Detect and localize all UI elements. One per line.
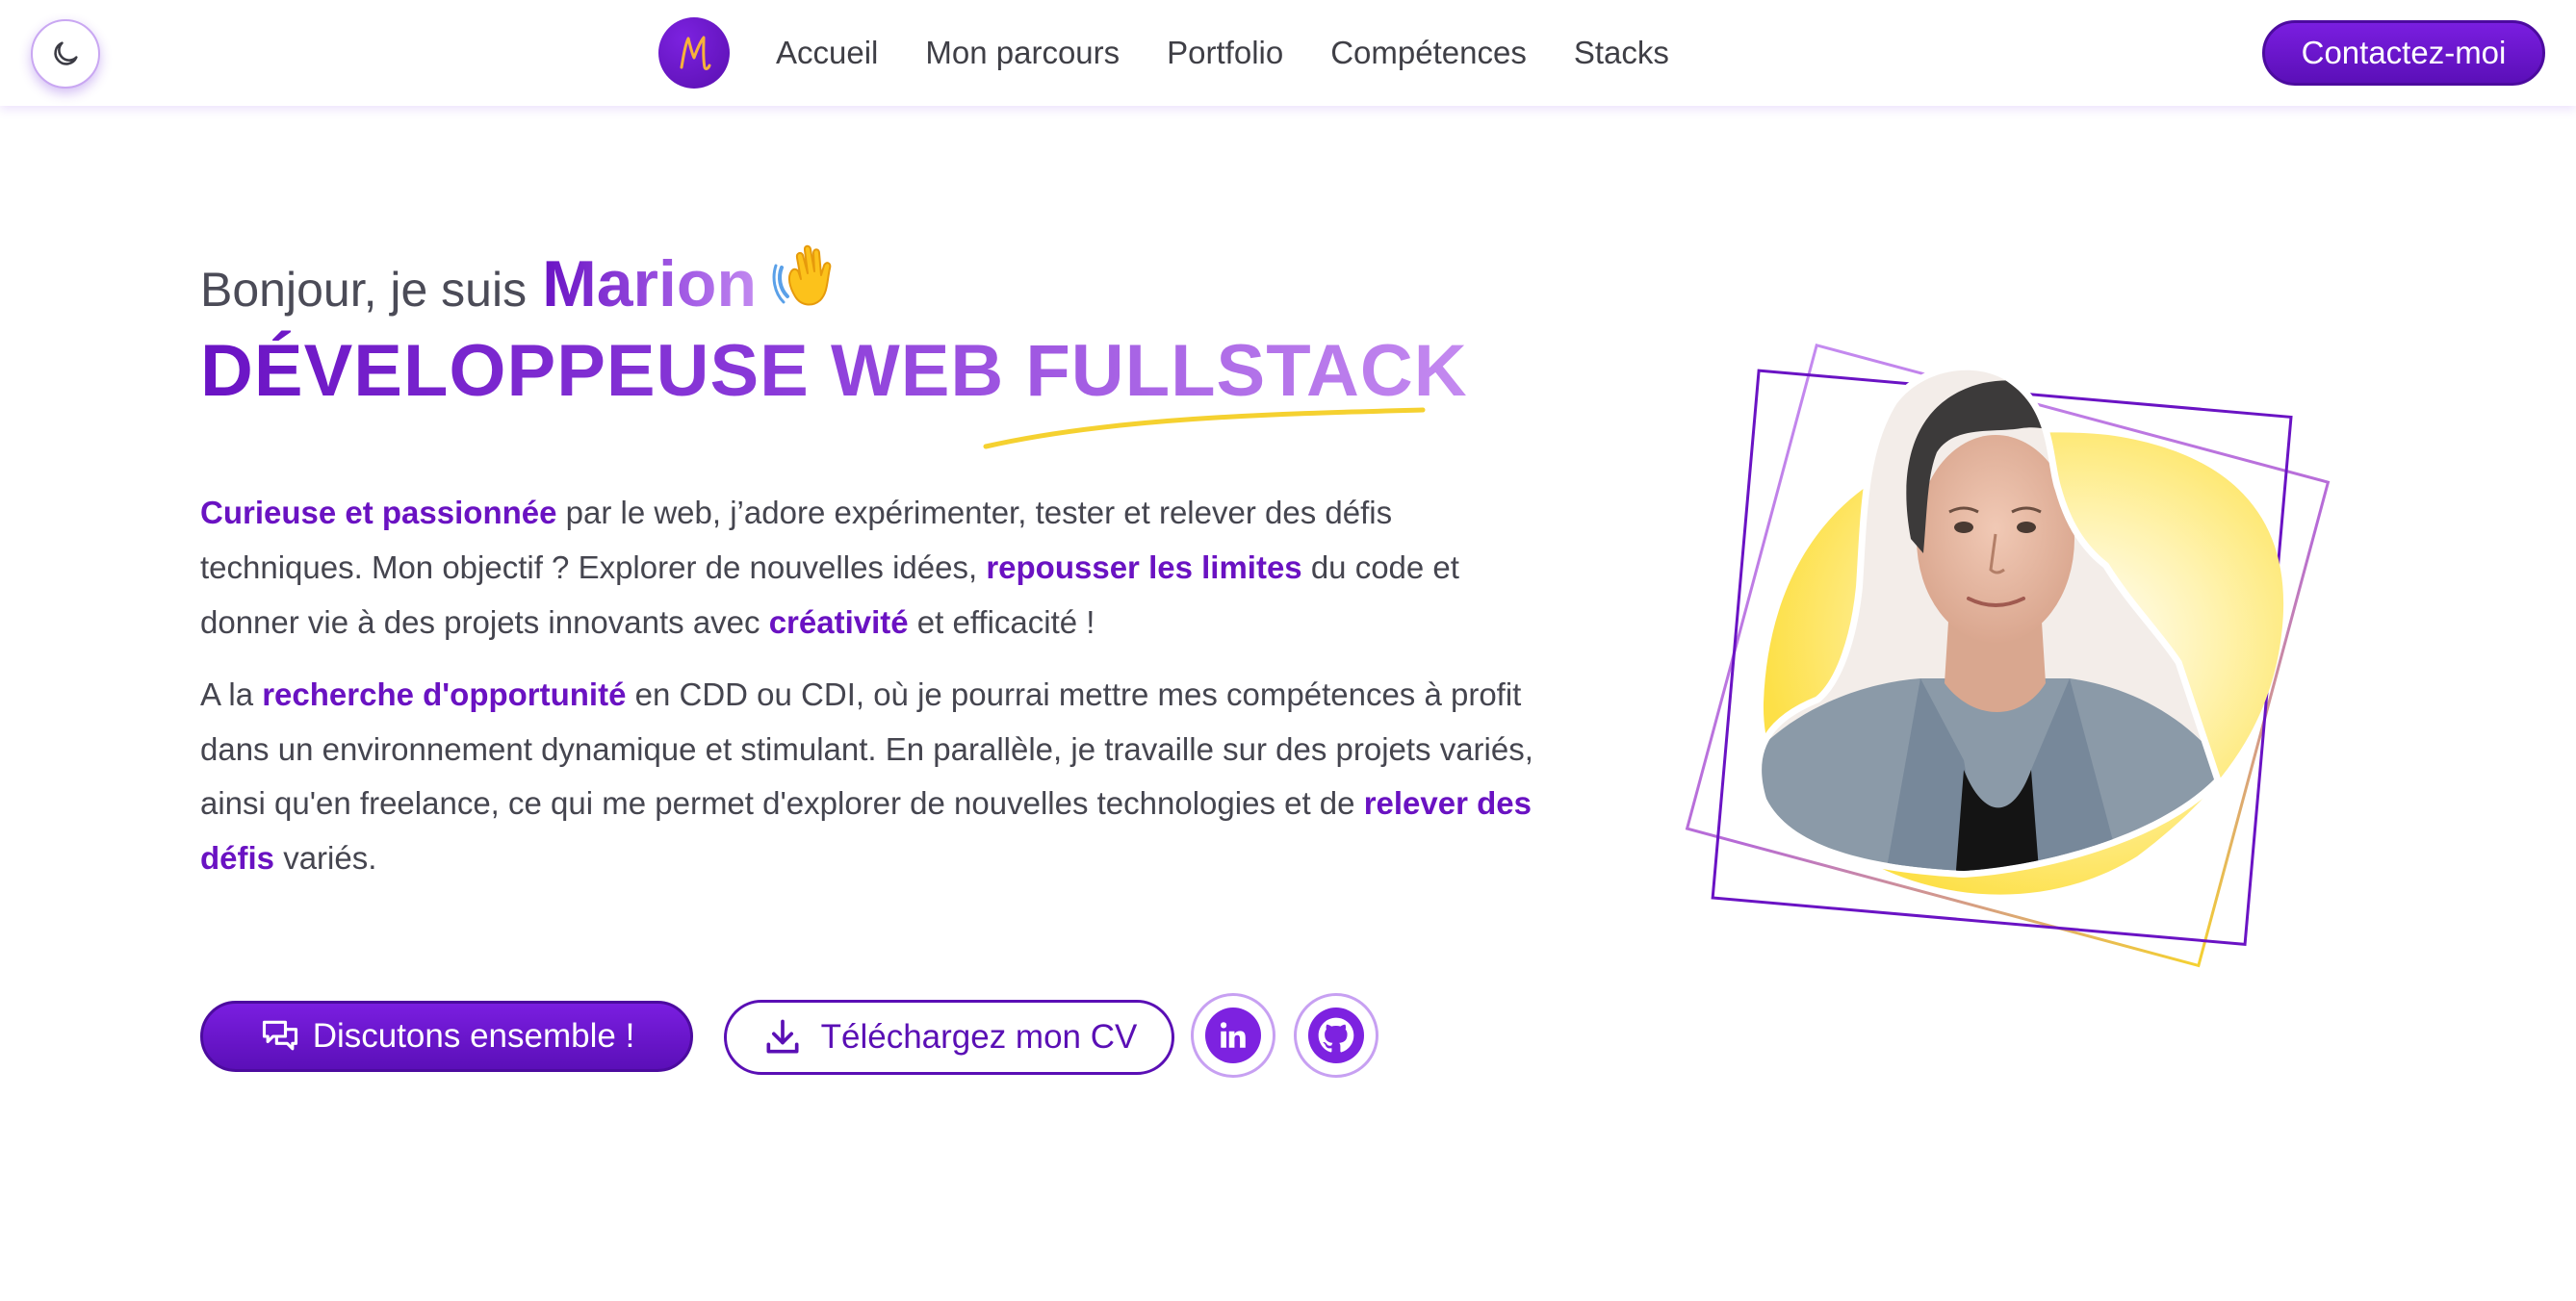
hero-name: Marion (542, 247, 757, 320)
highlight-text: repousser les limites (986, 549, 1302, 585)
paragraph-text: et efficacité ! (908, 604, 1095, 640)
download-icon (761, 1016, 804, 1059)
opportunity-paragraph: A la recherche d'opportunité en CDD ou C… (200, 668, 1538, 885)
highlight-text: recherche d'opportunité (262, 676, 627, 712)
discuss-button-label: Discutons ensemble ! (312, 1017, 635, 1055)
github-icon (1308, 1008, 1364, 1063)
moon-icon (54, 41, 78, 65)
greeting: Bonjour, je suis Marion (200, 235, 847, 321)
github-button[interactable] (1294, 993, 1378, 1078)
logo[interactable] (658, 17, 730, 89)
intro-paragraph: Curieuse et passionnée par le web, j’ado… (200, 485, 1538, 650)
main-nav: Accueil Mon parcours Portfolio Compétenc… (658, 17, 1716, 89)
waving-hand-icon (772, 239, 847, 315)
highlight-text: Curieuse et passionnée (200, 495, 557, 530)
linkedin-button[interactable] (1191, 993, 1275, 1078)
download-cv-label: Téléchargez mon CV (820, 1018, 1138, 1056)
nav-accueil[interactable]: Accueil (776, 35, 878, 71)
nav-competences[interactable]: Compétences (1330, 35, 1527, 71)
download-cv-button[interactable]: Téléchargez mon CV (724, 1000, 1174, 1075)
contact-button[interactable]: Contactez-moi (2262, 20, 2545, 86)
nav-stacks[interactable]: Stacks (1574, 35, 1669, 71)
chat-icon (259, 1015, 301, 1058)
highlight-text: créativité (768, 604, 909, 640)
theme-toggle-button[interactable] (31, 19, 100, 89)
nav-mon-parcours[interactable]: Mon parcours (925, 35, 1120, 71)
paragraph-text: A la (200, 676, 263, 712)
nav-portfolio[interactable]: Portfolio (1167, 35, 1283, 71)
linkedin-icon (1205, 1008, 1261, 1063)
site-header: Accueil Mon parcours Portfolio Compétenc… (0, 0, 2576, 106)
portrait-illustration (1685, 343, 2331, 968)
discuss-button[interactable]: Discutons ensemble ! (200, 1001, 693, 1072)
logo-m-icon (680, 36, 711, 70)
title-underline (983, 407, 1426, 449)
greeting-text: Bonjour, je suis (200, 263, 528, 317)
paragraph-text: variés. (274, 839, 377, 876)
